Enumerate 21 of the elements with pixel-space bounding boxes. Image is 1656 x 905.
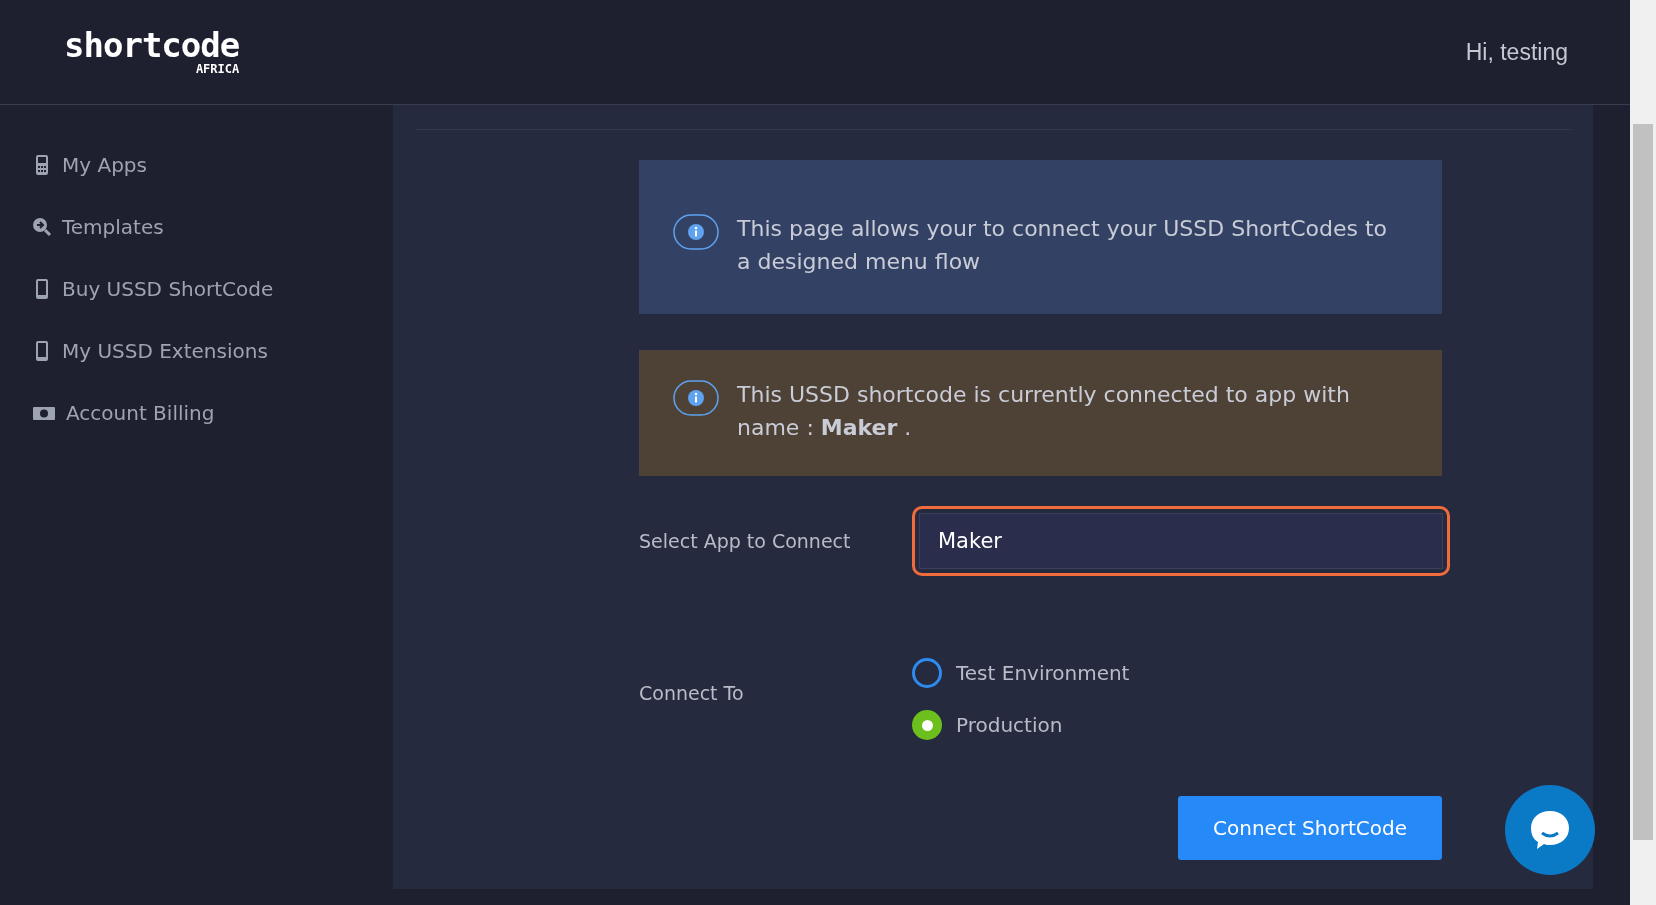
field-label: Connect To	[639, 682, 745, 704]
radio-label[interactable]: Test Environment	[956, 661, 1130, 685]
radio-button[interactable]	[912, 658, 942, 688]
info-icon	[673, 380, 719, 416]
sidebar-item[interactable]: Templates	[0, 196, 393, 258]
alert-message: This page allows your to connect your USSD ShortCodes to a designed menu flow	[737, 215, 1389, 276]
radio-button[interactable]	[912, 710, 942, 740]
radio-label[interactable]: Production	[956, 713, 1063, 737]
user-greeting: Hi, testing	[1465, 38, 1568, 66]
connect-button[interactable]: Connect ShortCode	[1178, 796, 1442, 860]
sidebar-item[interactable]: My Apps	[0, 134, 393, 196]
field-label: Select App to Connect	[639, 530, 852, 552]
logo[interactable]: shortcode AFRICA	[64, 27, 240, 77]
alert-message: This USSD shortcode is currently connected to app with name : Maker .	[737, 381, 1351, 442]
sidebar-item[interactable]: My USSD Extensions	[0, 320, 393, 382]
app-select[interactable]: Maker	[912, 506, 1450, 576]
sidebar-item[interactable]: Account Billing	[0, 382, 393, 444]
scrollbar[interactable]	[1630, 0, 1656, 905]
search-icon	[32, 216, 52, 238]
info-icon	[673, 214, 719, 250]
sidebar-item[interactable]: Buy USSD ShortCode	[0, 258, 393, 320]
